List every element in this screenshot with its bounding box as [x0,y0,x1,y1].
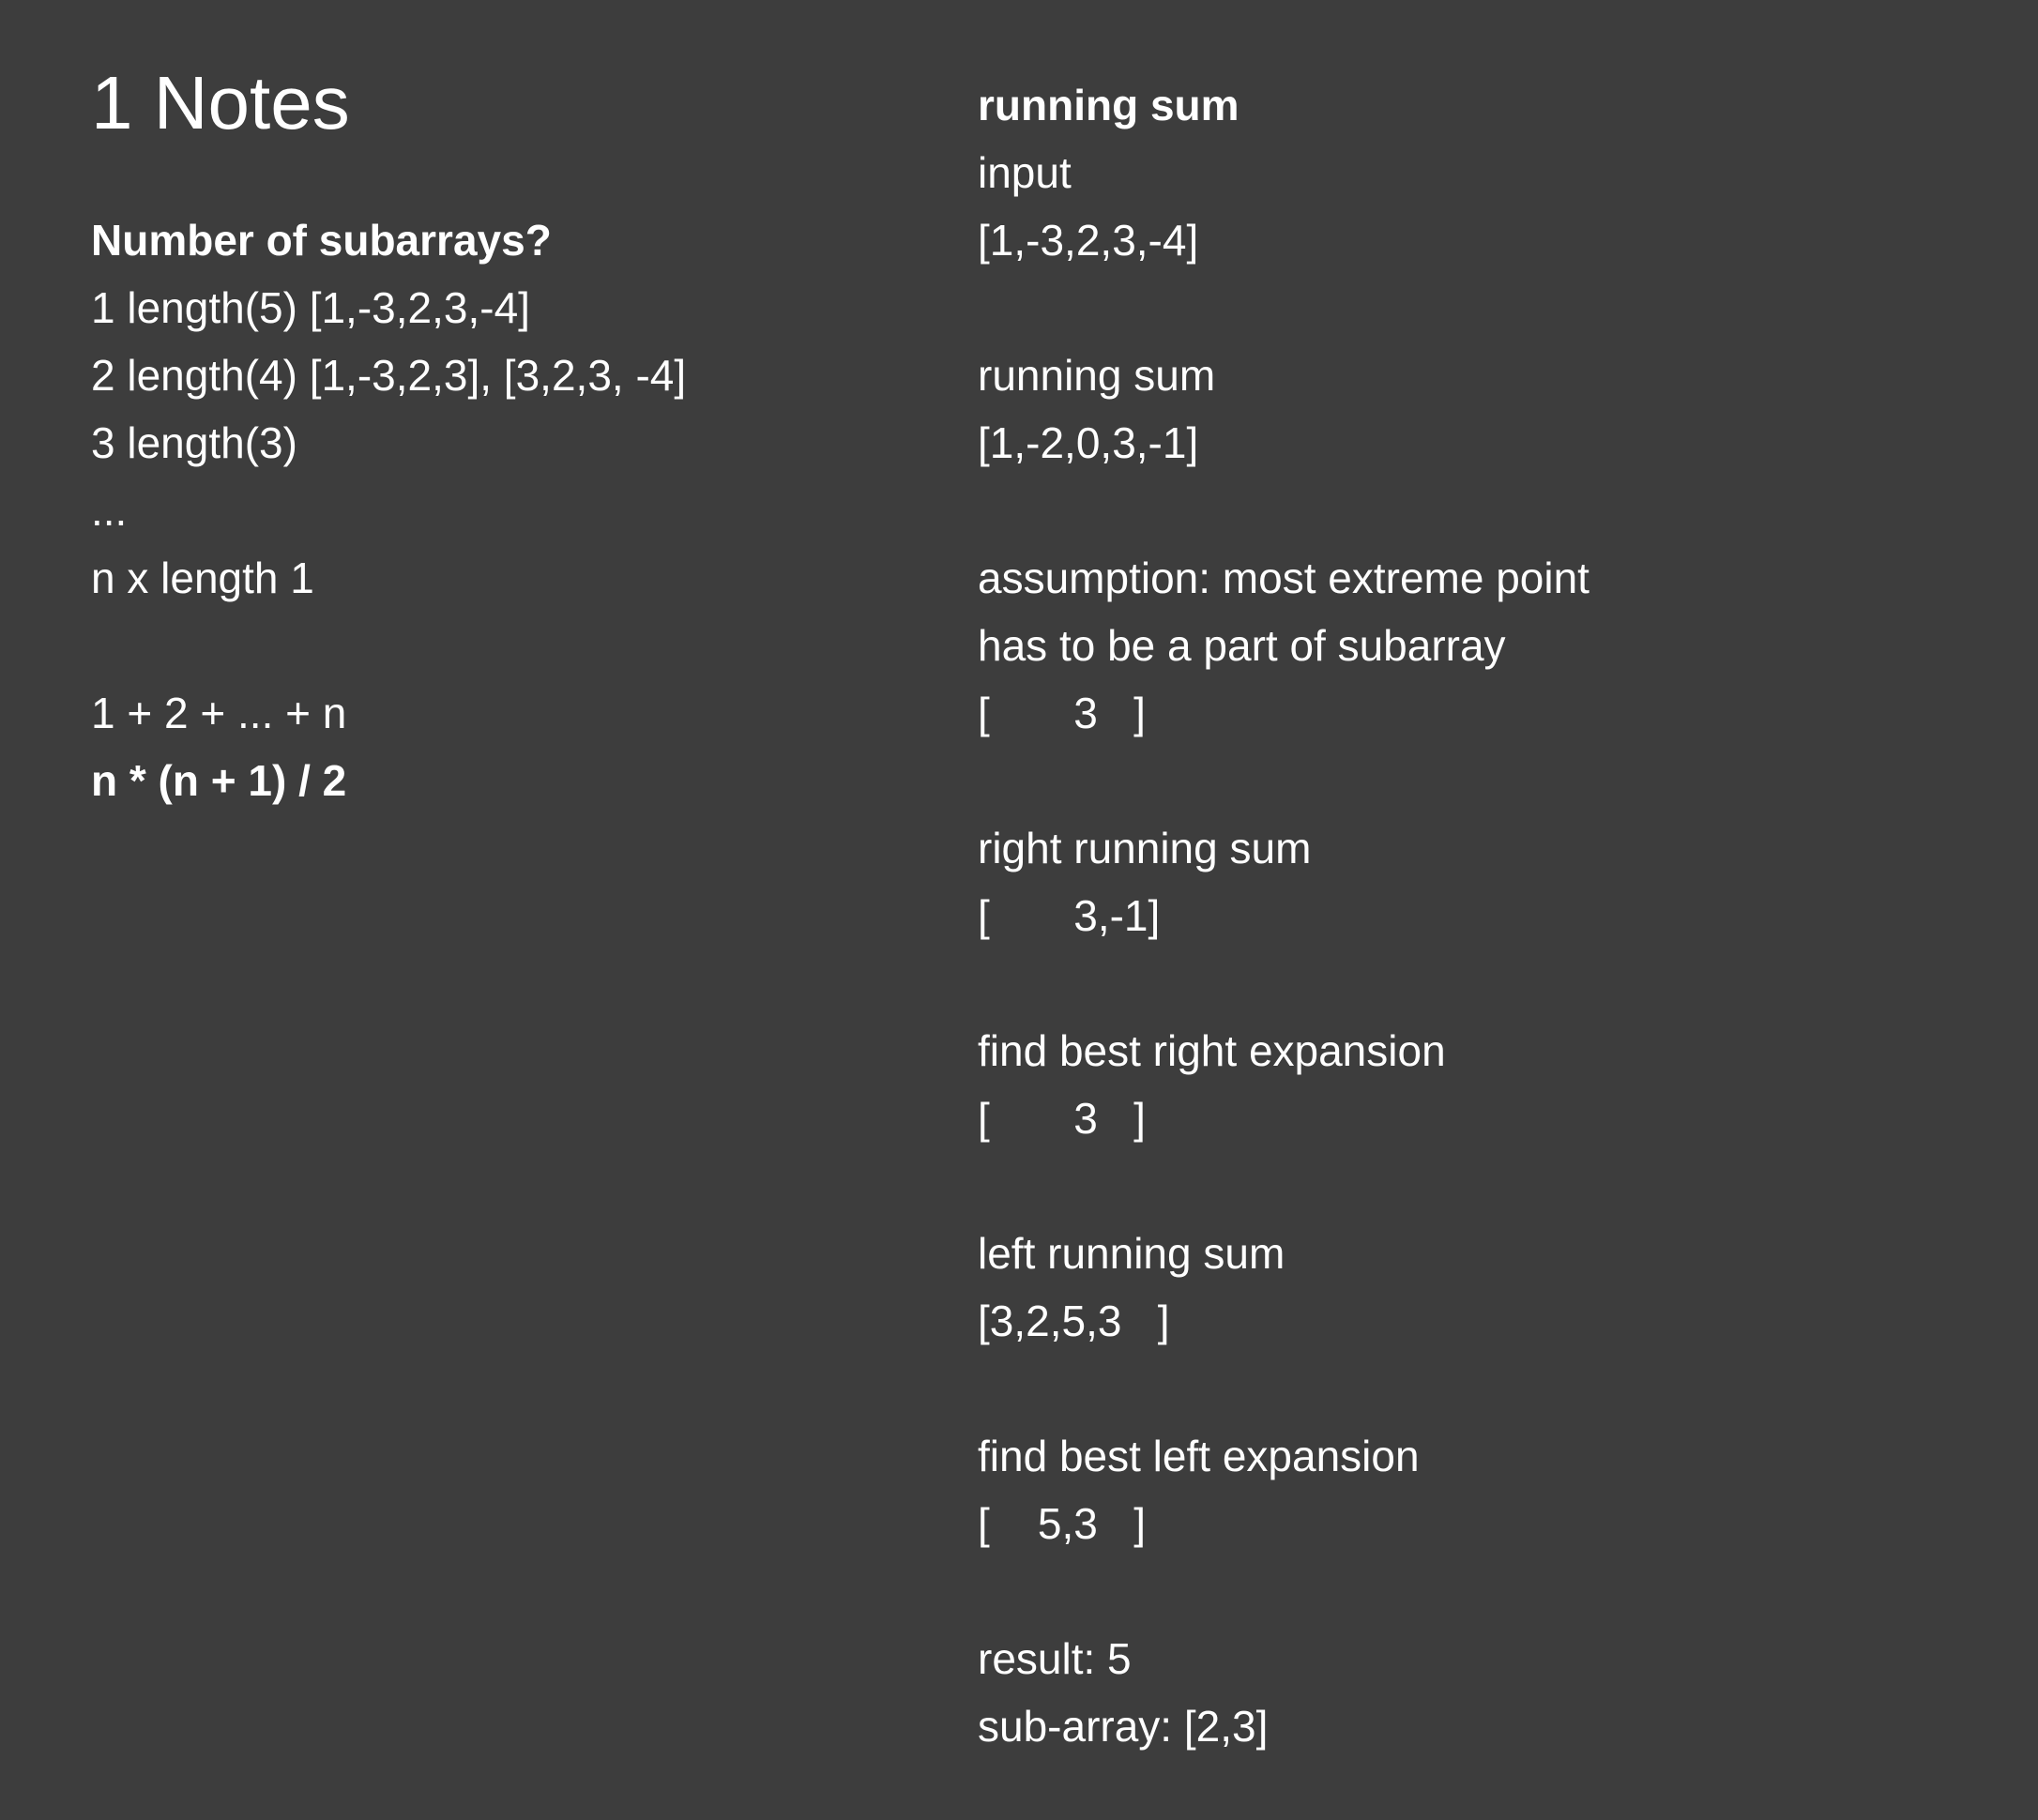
best-left-expansion-value: [ 5,3 ] [978,1499,1146,1548]
subarray-count-notes: Number of subarrays? 1 length(5) [1,-3,2… [91,206,686,814]
note-line-length-1: n x length 1 [91,554,314,602]
count-formula: n * (n + 1) / 2 [91,756,347,805]
note-line-length-4: 2 length(4) [1,-3,2,3], [3,2,3, -4] [91,351,687,400]
best-right-expansion-label: find best right expansion [978,1026,1446,1075]
running-sum-notes: running sum input [1,-3,2,3,-4] running … [978,71,1589,1760]
page-title: 1 Notes [91,61,350,144]
best-left-expansion-label: find best left expansion [978,1432,1420,1480]
subarrays-heading: Number of subarrays? [91,216,552,265]
assumption-value: [ 3 ] [978,689,1146,737]
best-right-expansion-value: [ 3 ] [978,1094,1146,1143]
assumption-line-2: has to be a part of subarray [978,621,1506,670]
left-running-sum-label: left running sum [978,1229,1285,1278]
note-ellipsis: ... [91,486,128,535]
running-sum-value: [1,-2,0,3,-1] [978,418,1199,467]
running-sum-heading: running sum [978,81,1240,129]
input-value: [1,-3,2,3,-4] [978,216,1199,265]
subarray-text: sub-array: [2,3] [978,1702,1269,1751]
input-label: input [978,148,1072,197]
right-running-sum-label: right running sum [978,824,1312,872]
notes-page: 1 Notes Number of subarrays? 1 length(5)… [0,0,2038,1820]
result-text: result: 5 [978,1634,1132,1683]
sum-expression: 1 + 2 + ... + n [91,689,347,737]
note-line-length-5: 1 length(5) [1,-3,2,3,-4] [91,283,530,332]
note-line-length-3: 3 length(3) [91,418,297,467]
left-running-sum-value: [3,2,5,3 ] [978,1297,1170,1345]
running-sum-label: running sum [978,351,1216,400]
right-running-sum-value: [ 3,-1] [978,891,1161,940]
assumption-line-1: assumption: most extreme point [978,554,1589,602]
